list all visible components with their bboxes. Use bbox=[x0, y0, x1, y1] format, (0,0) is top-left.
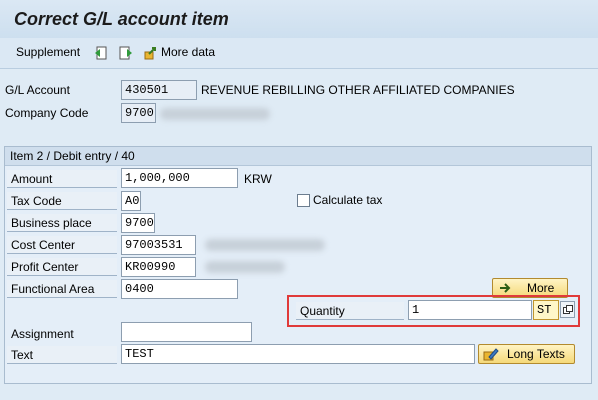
text-field[interactable]: TEST bbox=[121, 344, 475, 364]
profit-center-field[interactable]: KR00990 bbox=[121, 257, 196, 277]
quantity-field[interactable]: 1 bbox=[408, 300, 532, 320]
redacted-cost-center-text bbox=[205, 239, 325, 251]
item-group-title: Item 2 / Debit entry / 40 bbox=[10, 149, 135, 163]
gl-account-label: G/L Account bbox=[5, 83, 70, 97]
arrow-right-icon bbox=[500, 283, 511, 293]
application-toolbar bbox=[0, 38, 598, 69]
assignment-label: Assignment bbox=[11, 327, 74, 341]
document-next-icon[interactable] bbox=[119, 46, 133, 60]
value-help-icon bbox=[563, 305, 573, 314]
profit-center-label: Profit Center bbox=[7, 258, 117, 276]
functional-area-label: Functional Area bbox=[7, 280, 117, 298]
redacted-company-name bbox=[160, 108, 270, 120]
calculate-tax-label: Calculate tax bbox=[313, 193, 383, 207]
gl-account-field: 430501 bbox=[121, 80, 197, 100]
document-prev-icon[interactable] bbox=[94, 46, 108, 60]
value-help-button[interactable] bbox=[560, 301, 575, 318]
business-place-field[interactable]: 9700 bbox=[121, 213, 155, 233]
pencil-edit-icon bbox=[483, 348, 499, 361]
cost-center-label: Cost Center bbox=[7, 236, 117, 254]
business-place-label: Business place bbox=[7, 214, 117, 232]
cost-center-field[interactable]: 97003531 bbox=[121, 235, 196, 255]
tax-code-label: Tax Code bbox=[7, 192, 117, 210]
functional-area-field[interactable]: 0400 bbox=[121, 279, 238, 299]
quantity-label: Quantity bbox=[296, 302, 404, 320]
assignment-field[interactable] bbox=[121, 322, 252, 342]
calculate-tax-checkbox[interactable] bbox=[297, 194, 310, 207]
company-code-field: 9700 bbox=[121, 103, 156, 123]
page-title: Correct G/L account item bbox=[14, 9, 229, 29]
tax-code-field[interactable]: A0 bbox=[121, 191, 141, 211]
currency-label: KRW bbox=[244, 172, 272, 186]
long-texts-button[interactable]: Long Texts bbox=[478, 344, 575, 364]
gl-account-description: REVENUE REBILLING OTHER AFFILIATED COMPA… bbox=[201, 83, 515, 97]
quantity-unit-field[interactable]: ST bbox=[533, 300, 559, 320]
amount-label: Amount bbox=[7, 170, 117, 188]
supplement-button[interactable]: Supplement bbox=[16, 45, 80, 59]
company-code-label: Company Code bbox=[5, 106, 89, 120]
more-data-arrow-icon[interactable] bbox=[144, 46, 158, 60]
amount-field[interactable]: 1,000,000 bbox=[121, 168, 238, 188]
long-texts-label: Long Texts bbox=[507, 347, 565, 361]
redacted-profit-center-text bbox=[205, 261, 285, 273]
text-label: Text bbox=[7, 346, 117, 364]
more-data-button[interactable]: More data bbox=[161, 45, 215, 59]
